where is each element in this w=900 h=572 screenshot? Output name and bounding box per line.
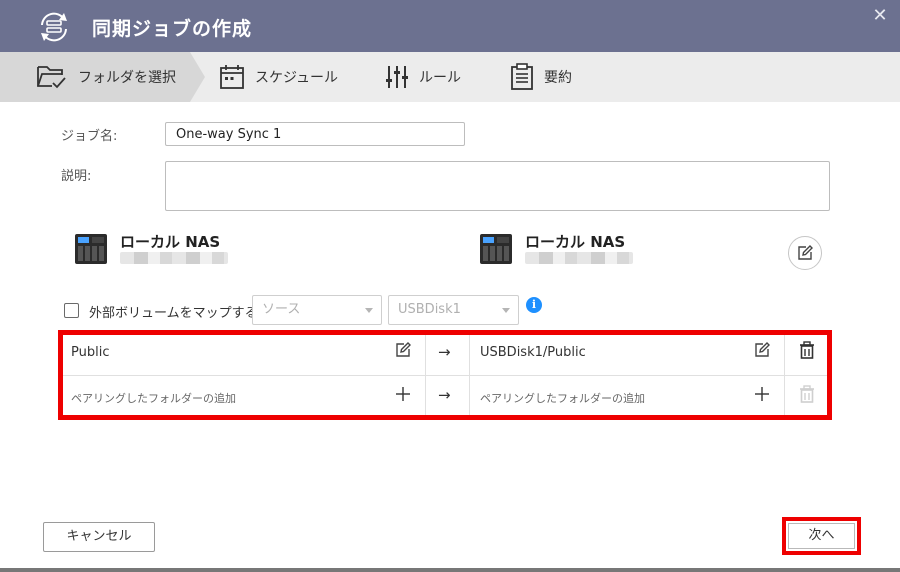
map-volume-checkbox[interactable] [64, 303, 79, 318]
edit-icon[interactable] [395, 342, 411, 358]
source-nas-address-redacted [120, 252, 228, 264]
next-button-highlight: 次へ [782, 517, 861, 555]
description-input[interactable] [165, 161, 830, 211]
row-divider [63, 375, 827, 376]
dest-nas-address-redacted [525, 252, 633, 264]
step-summary[interactable]: 要約 [510, 52, 572, 102]
source-volume-select[interactable]: ソース [252, 295, 382, 325]
edit-dest-nas-button[interactable] [788, 236, 822, 270]
job-name-label: ジョブ名: [61, 129, 118, 144]
arrow-right-icon: → [438, 386, 451, 404]
dest-volume-select[interactable]: USBDisk1 [388, 295, 519, 325]
step-label: ルール [419, 70, 461, 86]
step-rules[interactable]: ルール [385, 52, 461, 102]
map-volume-label: 外部ボリュームをマップする [89, 306, 258, 321]
wizard-steps: フォルダを選択 スケジュール ルール 要約 [0, 52, 900, 102]
chevron-down-icon [365, 308, 373, 313]
pair-source-folder: Public [71, 345, 110, 360]
folder-check-icon [37, 66, 66, 89]
step-select-folder[interactable]: フォルダを選択 [36, 52, 176, 102]
pair-dest-folder: USBDisk1/Public [480, 345, 586, 360]
sliders-icon [386, 66, 408, 88]
description-label: 説明: [61, 169, 92, 184]
edit-icon [798, 245, 813, 260]
info-icon[interactable]: i [526, 297, 542, 313]
folder-pair-table: Public → USBDisk1/Public ペアリングしたフォルダーの追加… [58, 330, 832, 420]
step-label: スケジュール [255, 70, 339, 86]
trash-icon [800, 385, 814, 403]
step-label: 要約 [544, 70, 572, 86]
arrow-right-icon: → [438, 343, 451, 361]
cancel-button[interactable]: キャンセル [43, 522, 155, 552]
edit-icon[interactable] [754, 342, 770, 358]
source-nas-title: ローカル NAS [120, 233, 221, 251]
plus-icon[interactable] [755, 387, 769, 401]
bottom-edge [0, 568, 900, 572]
plus-icon[interactable] [396, 387, 410, 401]
clipboard-icon [511, 63, 533, 90]
calendar-icon [220, 65, 244, 89]
step-label: フォルダを選択 [78, 70, 176, 86]
job-name-input[interactable] [165, 122, 465, 146]
dialog-titlebar: 同期ジョブの作成 ✕ [0, 0, 900, 52]
source-volume-value: ソース [262, 302, 301, 317]
dialog-title: 同期ジョブの作成 [92, 18, 253, 40]
next-button[interactable]: 次へ [788, 523, 855, 549]
sync-job-icon [41, 12, 67, 42]
dest-volume-value: USBDisk1 [398, 302, 461, 317]
nas-device-icon [75, 234, 107, 264]
nas-device-icon [480, 234, 512, 264]
step-schedule[interactable]: スケジュール [219, 52, 338, 102]
dest-nas-title: ローカル NAS [525, 233, 626, 251]
add-source-pair-link[interactable]: ペアリングしたフォルダーの追加 [71, 390, 236, 406]
add-dest-pair-link[interactable]: ペアリングしたフォルダーの追加 [480, 390, 645, 406]
trash-icon[interactable] [798, 341, 816, 359]
close-icon[interactable]: ✕ [868, 4, 892, 28]
chevron-down-icon [502, 308, 510, 313]
